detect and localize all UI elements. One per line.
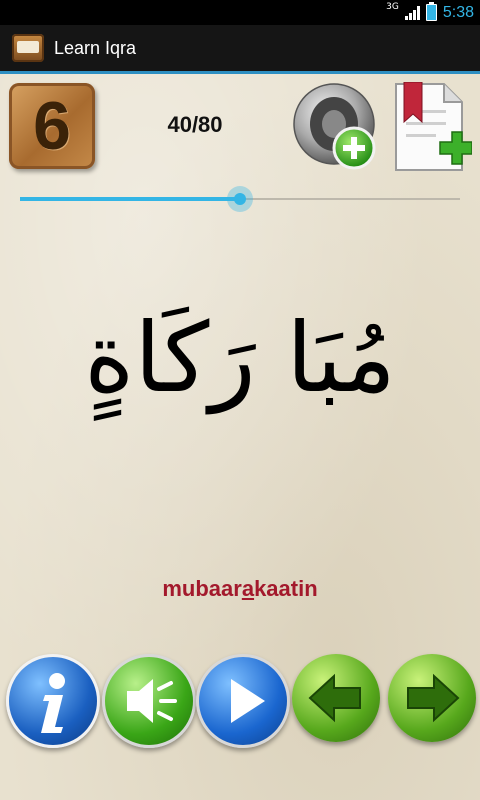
previous-button[interactable] — [292, 654, 380, 742]
app-title: Learn Iqra — [54, 37, 137, 58]
action-bar: Learn Iqra — [0, 25, 480, 74]
translit-part-before: mubaar — [162, 576, 242, 601]
play-button[interactable] — [196, 654, 290, 748]
level-tile: 6 — [9, 83, 95, 169]
status-icons: 3G 5:38 — [386, 0, 474, 25]
slider-thumb[interactable] — [227, 186, 253, 212]
progress-counter: 40/80 — [167, 112, 223, 137]
add-audio-button[interactable] — [290, 82, 380, 172]
slider-fill — [20, 197, 240, 201]
status-bar: 3G 5:38 — [0, 0, 480, 25]
bookmark-add-icon — [395, 81, 473, 171]
signal-icon — [404, 5, 420, 20]
lesson-screen: 6 40/80 مُبَا رَكَاةٍ mubaarakaatin — [0, 74, 480, 800]
arabic-word: مُبَا رَكَاةٍ — [84, 302, 396, 414]
info-button[interactable] — [6, 654, 100, 748]
clock: 5:38 — [442, 3, 474, 21]
sound-icon — [127, 679, 177, 723]
play-icon — [231, 679, 265, 723]
info-icon — [41, 673, 65, 733]
sound-button[interactable] — [102, 654, 196, 748]
translit-part-after: kaatin — [254, 576, 318, 601]
translit-part-highlight: a — [241, 576, 255, 601]
network-type-label: 3G — [386, 1, 399, 12]
app-book-icon[interactable] — [12, 34, 44, 62]
bottom-controls — [0, 654, 480, 748]
speaker-add-icon — [293, 83, 376, 170]
arrow-left-icon — [308, 673, 361, 723]
progress-slider[interactable] — [20, 186, 460, 212]
arrow-right-icon — [407, 673, 460, 723]
add-bookmark-button[interactable] — [392, 81, 473, 174]
transliteration: mubaarakaatin — [0, 576, 480, 602]
battery-icon — [425, 2, 437, 21]
next-button[interactable] — [388, 654, 476, 742]
level-number: 6 — [33, 88, 71, 164]
